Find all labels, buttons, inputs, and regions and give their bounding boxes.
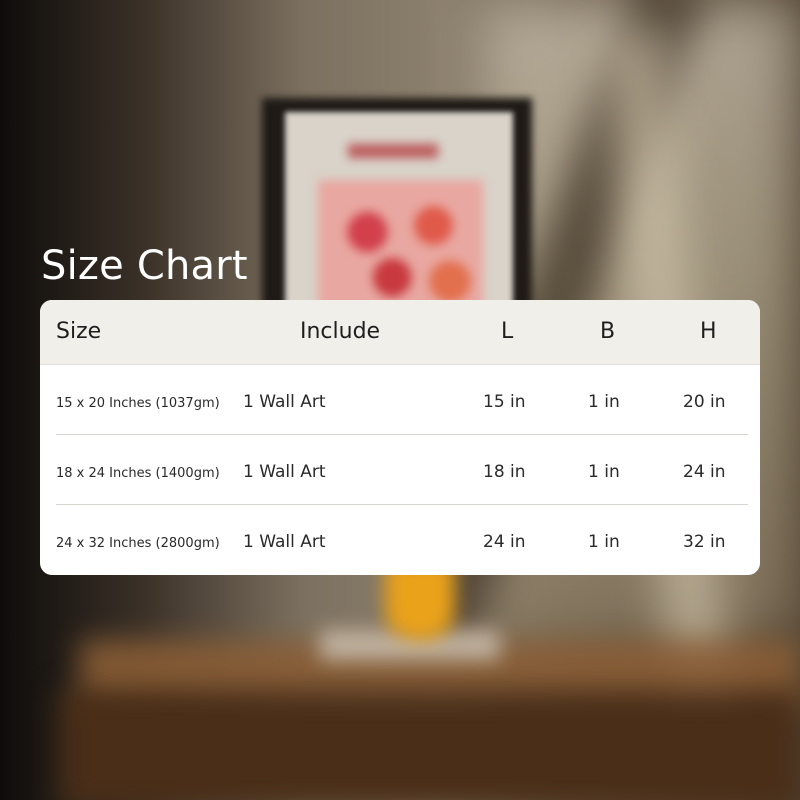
cell-breadth: 1 in xyxy=(588,532,620,552)
cell-height: 32 in xyxy=(683,532,726,552)
cell-size: 24 x 32 Inches (2800gm) xyxy=(56,536,220,551)
page-title: Size Chart xyxy=(41,243,248,289)
header-breadth: B xyxy=(600,319,616,344)
cell-length: 18 in xyxy=(483,462,526,482)
cell-height: 24 in xyxy=(683,462,726,482)
header-length: L xyxy=(501,319,514,344)
cell-include: 1 Wall Art xyxy=(243,532,326,552)
cell-size: 18 x 24 Inches (1400gm) xyxy=(56,466,220,481)
cell-height: 20 in xyxy=(683,392,726,412)
cell-size: 15 x 20 Inches (1037gm) xyxy=(56,396,220,411)
table-header: Size Include L B H xyxy=(40,300,760,365)
cell-include: 1 Wall Art xyxy=(243,392,326,412)
table-row: 18 x 24 Inches (1400gm) 1 Wall Art 18 in… xyxy=(40,435,760,505)
header-size: Size xyxy=(56,319,102,344)
table-body xyxy=(60,690,800,800)
cell-include: 1 Wall Art xyxy=(243,462,326,482)
table-row: 15 x 20 Inches (1037gm) 1 Wall Art 15 in… xyxy=(40,365,760,435)
cell-length: 24 in xyxy=(483,532,526,552)
header-height: H xyxy=(700,319,717,344)
artwork-heading xyxy=(348,144,438,158)
framed-artwork xyxy=(318,180,483,310)
size-chart-table: Size Include L B H 15 x 20 Inches (1037g… xyxy=(40,300,760,575)
header-include: Include xyxy=(300,319,381,344)
cell-breadth: 1 in xyxy=(588,462,620,482)
cell-length: 15 in xyxy=(483,392,526,412)
cell-breadth: 1 in xyxy=(588,392,620,412)
table-row: 24 x 32 Inches (2800gm) 1 Wall Art 24 in… xyxy=(40,505,760,575)
